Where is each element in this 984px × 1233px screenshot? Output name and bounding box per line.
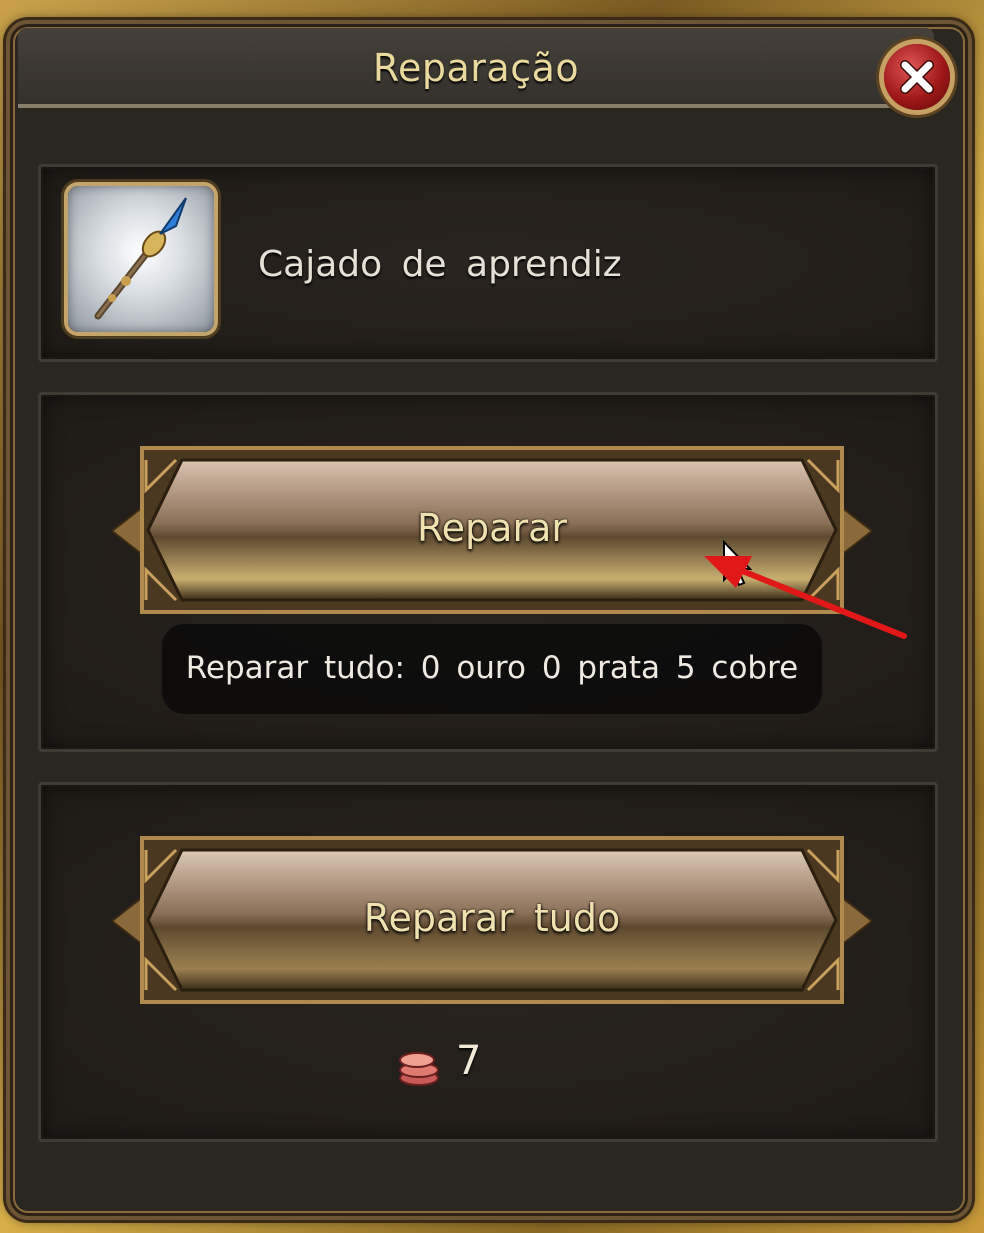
window-title: Reparação bbox=[372, 46, 580, 90]
item-name: Cajado de aprendiz bbox=[258, 244, 622, 285]
close-button[interactable] bbox=[884, 44, 950, 110]
coin-stack-icon bbox=[399, 1052, 439, 1086]
repair-all-cost-text: Reparar tudo: 0 ouro 0 prata 5 cobre bbox=[185, 650, 799, 686]
staff-icon bbox=[94, 197, 187, 320]
close-x-icon bbox=[900, 60, 934, 94]
window-titlebar: Reparação bbox=[18, 28, 934, 108]
currency-amount: 7 bbox=[456, 1038, 482, 1084]
repair-button-label: Reparar bbox=[416, 506, 567, 550]
item-slot[interactable] bbox=[68, 186, 214, 332]
repair-all-button-label: Reparar tudo bbox=[363, 896, 621, 940]
repair-all-button[interactable]: Reparar tudo bbox=[112, 836, 872, 1006]
annotation-arrow-icon bbox=[704, 556, 907, 639]
